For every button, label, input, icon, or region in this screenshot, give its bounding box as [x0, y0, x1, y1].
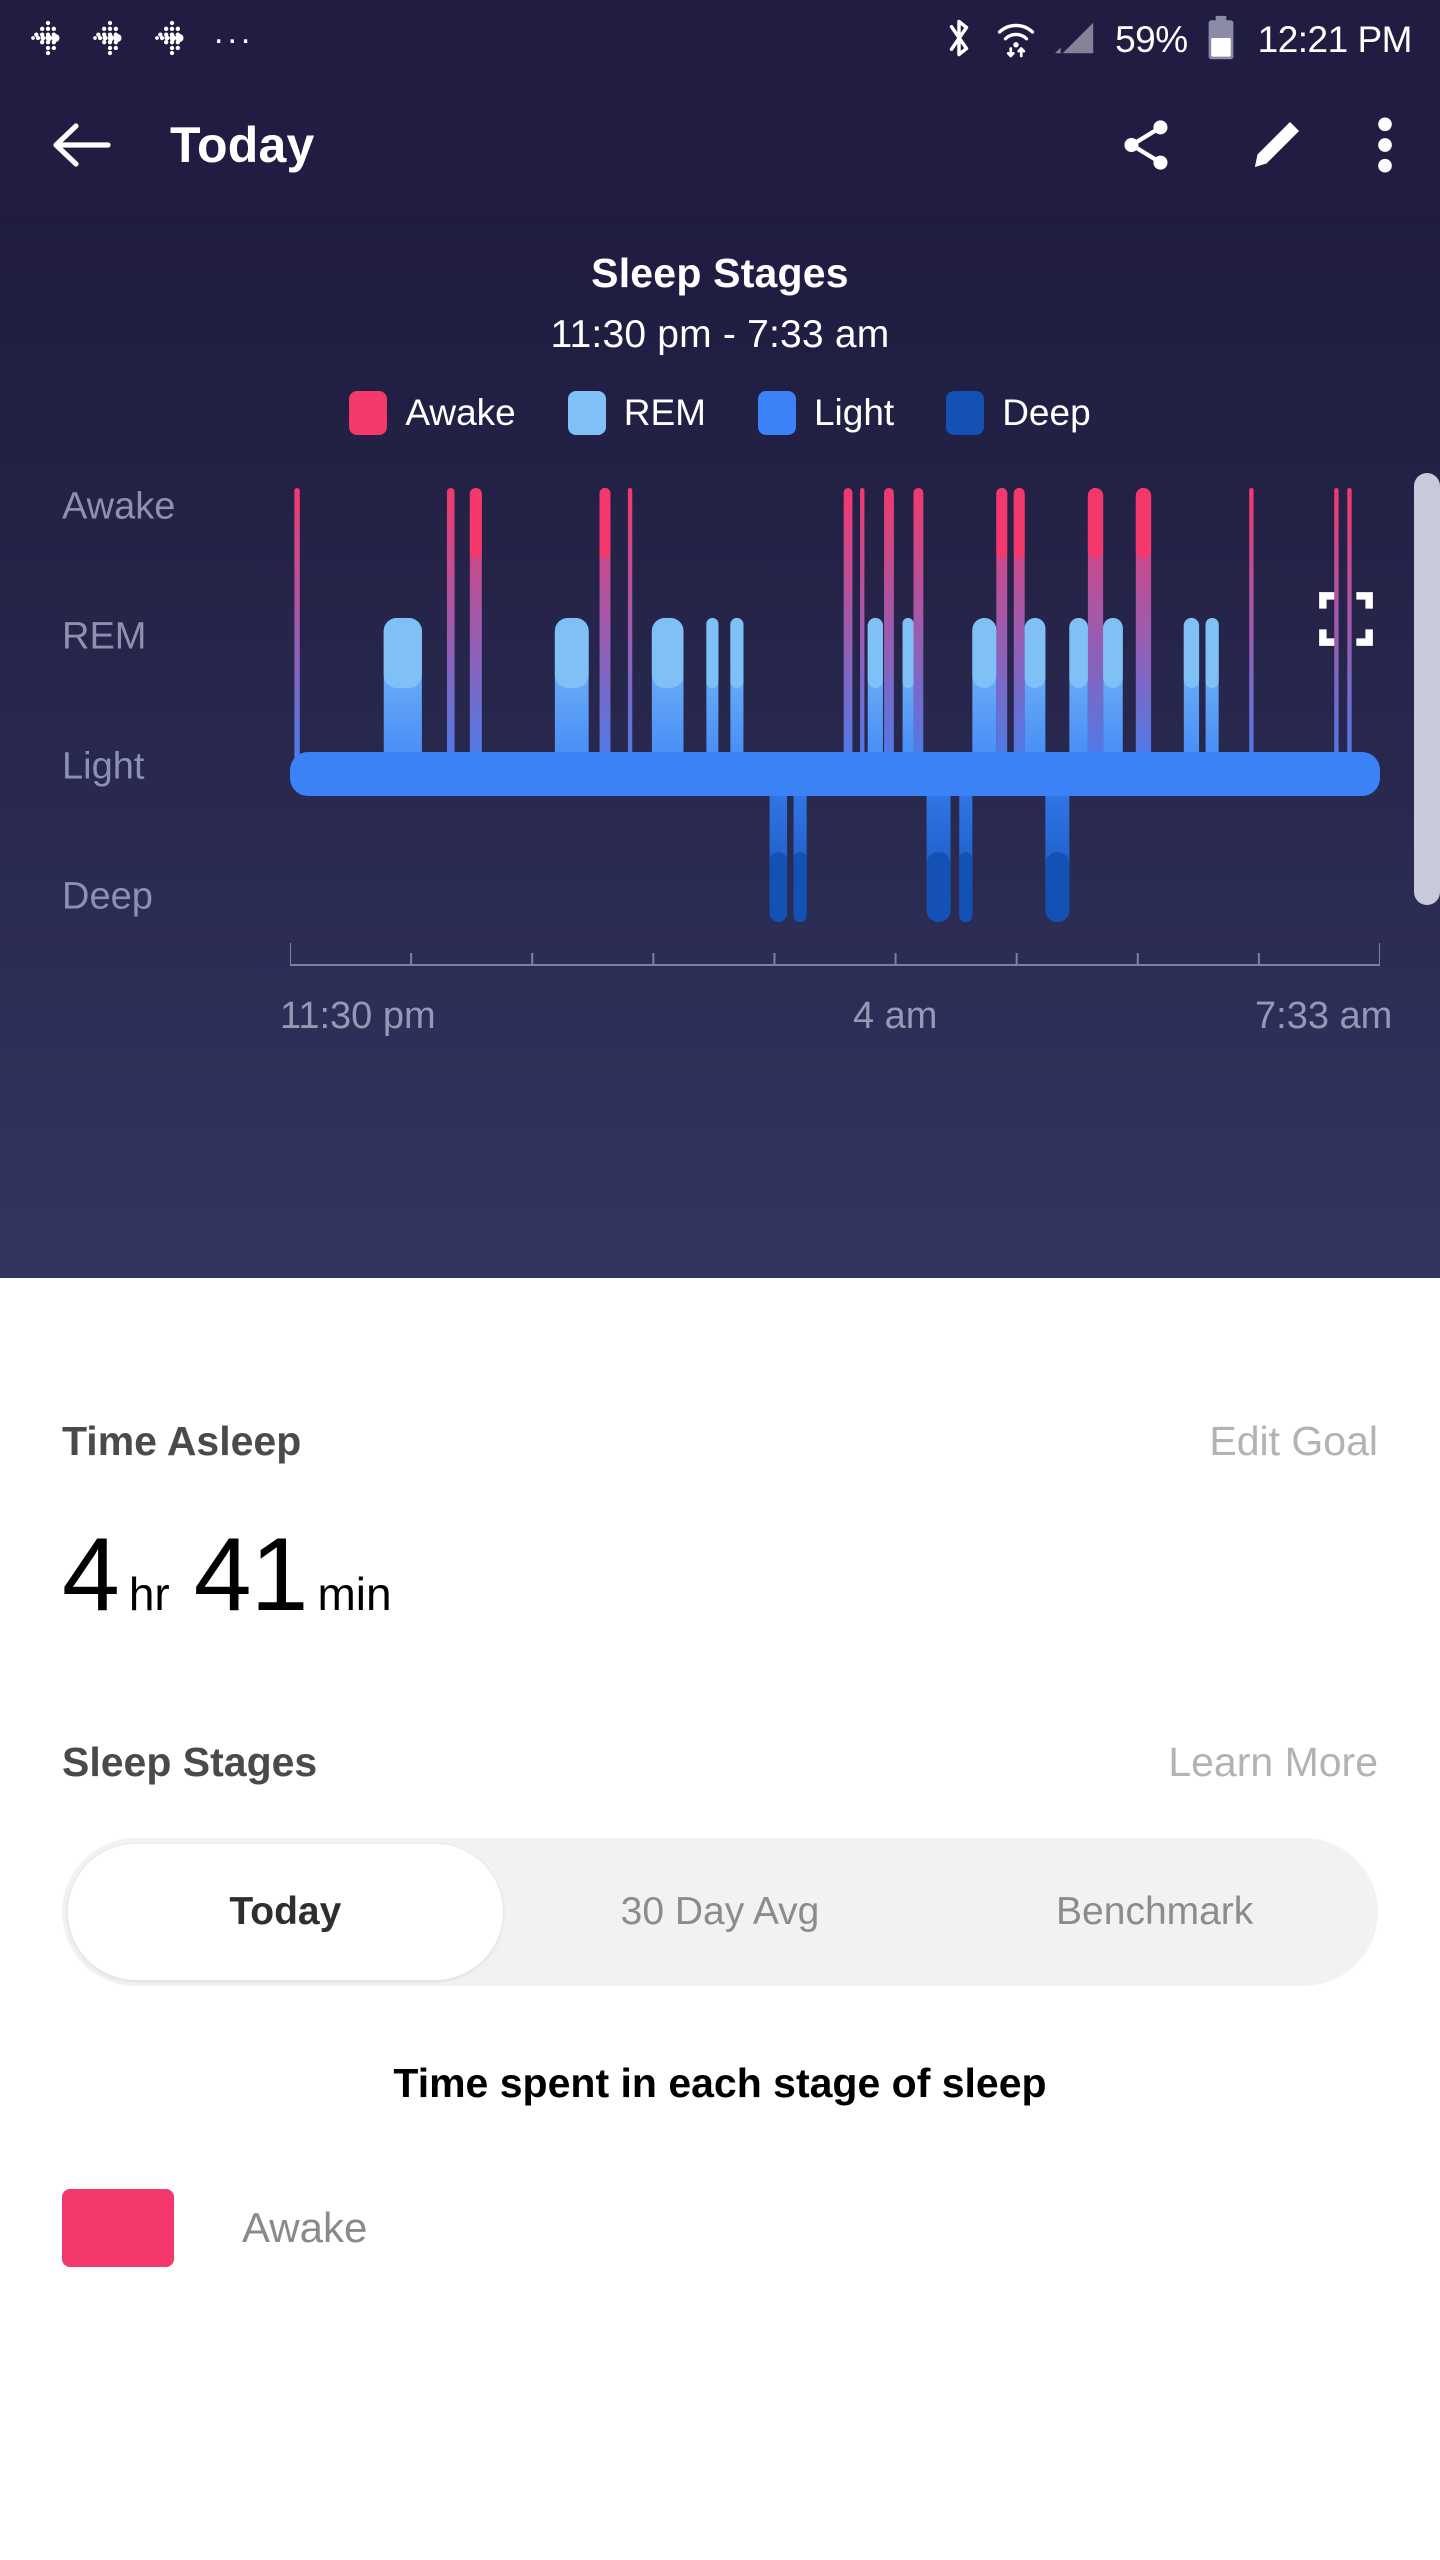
time-asleep-hours: 4: [62, 1523, 119, 1627]
time-asleep-minutes-unit: min: [317, 1567, 391, 1621]
x-axis-tick-labels: 11:30 pm 4 am 7:33 am: [0, 995, 1440, 1055]
stage-caption: Time spent in each stage of sleep: [62, 2060, 1378, 2107]
chart-scrollbar[interactable]: [1414, 473, 1440, 905]
time-asleep-header: Time Asleep Edit Goal: [62, 1418, 1378, 1465]
status-overflow-ellipsis: ...: [214, 26, 254, 54]
tab-30-day-avg[interactable]: 30 Day Avg: [503, 1844, 938, 1980]
y-label-light: Light: [62, 746, 144, 789]
legend-item-rem: REM: [568, 391, 706, 435]
legend-label-light: Light: [814, 392, 894, 434]
pencil-icon[interactable]: [1248, 117, 1304, 173]
chart-legend: Awake REM Light Deep: [0, 391, 1440, 435]
legend-item-light: Light: [758, 391, 894, 435]
legend-swatch-rem: [568, 391, 606, 435]
status-bar-right: 59% 12:21 PM: [941, 15, 1412, 66]
share-icon[interactable]: [1118, 116, 1176, 174]
x-tick-label-start: 11:30 pm: [280, 995, 436, 1038]
battery-percent-label: 59%: [1115, 19, 1188, 61]
status-bar-left: ...: [28, 18, 254, 63]
y-label-rem: REM: [62, 616, 146, 659]
page-title: Today: [170, 116, 315, 174]
time-asleep-minutes: 41: [194, 1523, 308, 1627]
time-asleep-value: 4 hr 41 min: [62, 1523, 1378, 1627]
sleep-plot: Awake REM Light Deep 11:30 pm 4 am 7:33 …: [0, 465, 1440, 1025]
app-dots-icon: [90, 18, 130, 63]
more-vertical-icon[interactable]: [1376, 116, 1394, 174]
wifi-icon: [995, 15, 1037, 66]
sleep-stages-title: Sleep Stages: [62, 1739, 317, 1786]
chart-time-range: 11:30 pm - 7:33 am: [0, 313, 1440, 357]
learn-more-link[interactable]: Learn More: [1168, 1739, 1378, 1786]
y-label-deep: Deep: [62, 876, 153, 919]
x-tick-label-end: 7:33 am: [1255, 995, 1392, 1038]
back-arrow-icon[interactable]: [50, 120, 112, 170]
stage-swatch-awake: [62, 2189, 174, 2267]
legend-swatch-light: [758, 391, 796, 435]
y-label-awake: Awake: [62, 486, 175, 529]
chart-title: Sleep Stages: [0, 210, 1440, 297]
stage-period-tabs: Today 30 Day Avg Benchmark: [62, 1838, 1378, 1986]
legend-item-deep: Deep: [946, 391, 1090, 435]
tab-today[interactable]: Today: [68, 1844, 503, 1980]
hypnogram-plot[interactable]: [290, 465, 1380, 925]
tab-benchmark[interactable]: Benchmark: [937, 1844, 1372, 1980]
clock-label: 12:21 PM: [1258, 19, 1412, 61]
sleep-stages-header: Sleep Stages Learn More: [62, 1739, 1378, 1786]
legend-label-rem: REM: [624, 392, 706, 434]
x-axis: [290, 941, 1380, 981]
app-dots-icon: [152, 18, 192, 63]
edit-goal-link[interactable]: Edit Goal: [1209, 1418, 1378, 1465]
cellular-signal-icon: [1055, 18, 1097, 63]
legend-label-awake: Awake: [405, 392, 515, 434]
status-bar: ... 59%: [0, 0, 1440, 80]
app-bar: Today: [0, 80, 1440, 210]
stage-row-awake[interactable]: Awake: [62, 2189, 1378, 2267]
legend-item-awake: Awake: [349, 391, 515, 435]
sleep-chart-card: Sleep Stages 11:30 pm - 7:33 am Awake RE…: [0, 210, 1440, 1278]
stage-name-awake: Awake: [242, 2204, 367, 2252]
app-bar-actions: [1118, 116, 1394, 174]
time-asleep-hours-unit: hr: [129, 1567, 170, 1621]
battery-icon: [1206, 15, 1236, 66]
legend-label-deep: Deep: [1002, 392, 1090, 434]
app-dots-icon: [28, 18, 68, 63]
bluetooth-icon: [941, 15, 977, 66]
details-body: Time Asleep Edit Goal 4 hr 41 min Sleep …: [0, 1278, 1440, 2267]
y-axis-labels: Awake REM Light Deep: [0, 465, 270, 925]
legend-swatch-awake: [349, 391, 387, 435]
legend-swatch-deep: [946, 391, 984, 435]
x-tick-label-middle: 4 am: [853, 995, 937, 1038]
time-asleep-title: Time Asleep: [62, 1418, 301, 1465]
